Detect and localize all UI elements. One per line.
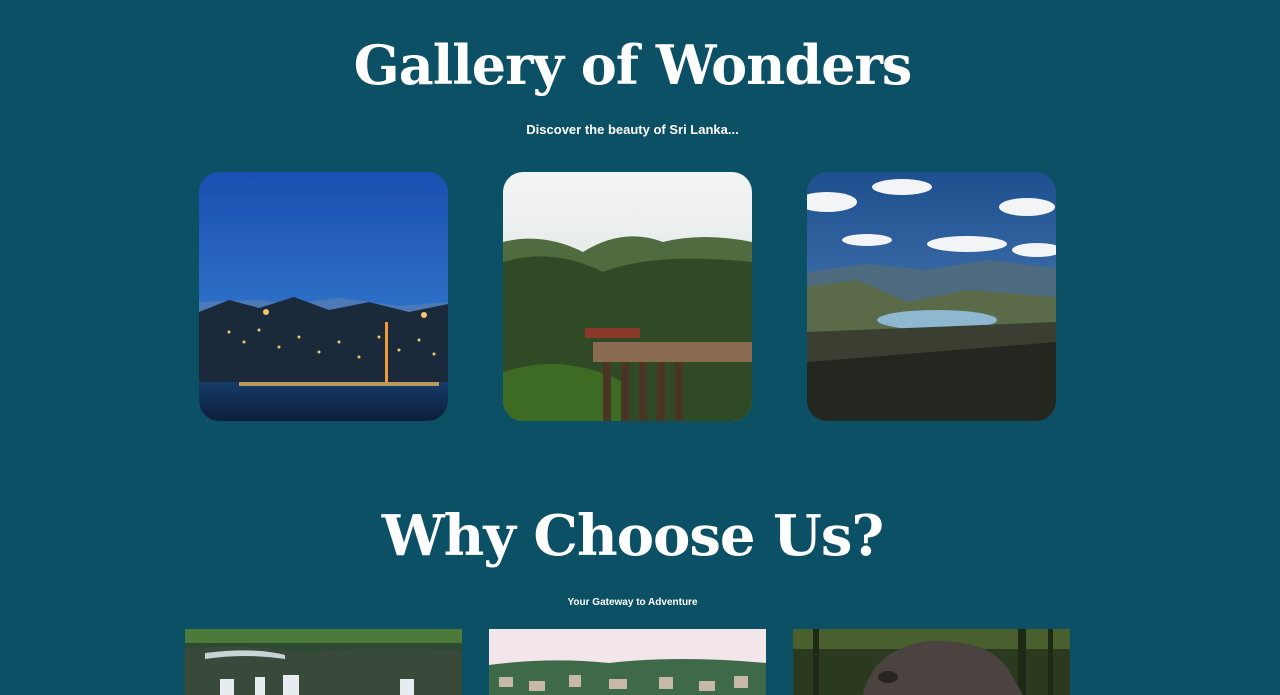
why-choose-us-title: Why Choose Us? [381, 503, 884, 569]
mountain-reservoir-view-image[interactable] [807, 172, 1056, 421]
town-view-feature-image[interactable] [489, 629, 766, 695]
waterfall-feature-image[interactable] [185, 629, 462, 695]
nine-arch-bridge-image[interactable] [503, 172, 752, 421]
gallery-title: Gallery of Wonders [353, 33, 913, 97]
kandy-lake-night-image[interactable] [199, 172, 448, 421]
elephant-feature-image[interactable] [793, 629, 1070, 695]
gallery-subtitle: Discover the beauty of Sri Lanka... [526, 122, 739, 137]
why-choose-us-subtitle: Your Gateway to Adventure [567, 597, 698, 608]
